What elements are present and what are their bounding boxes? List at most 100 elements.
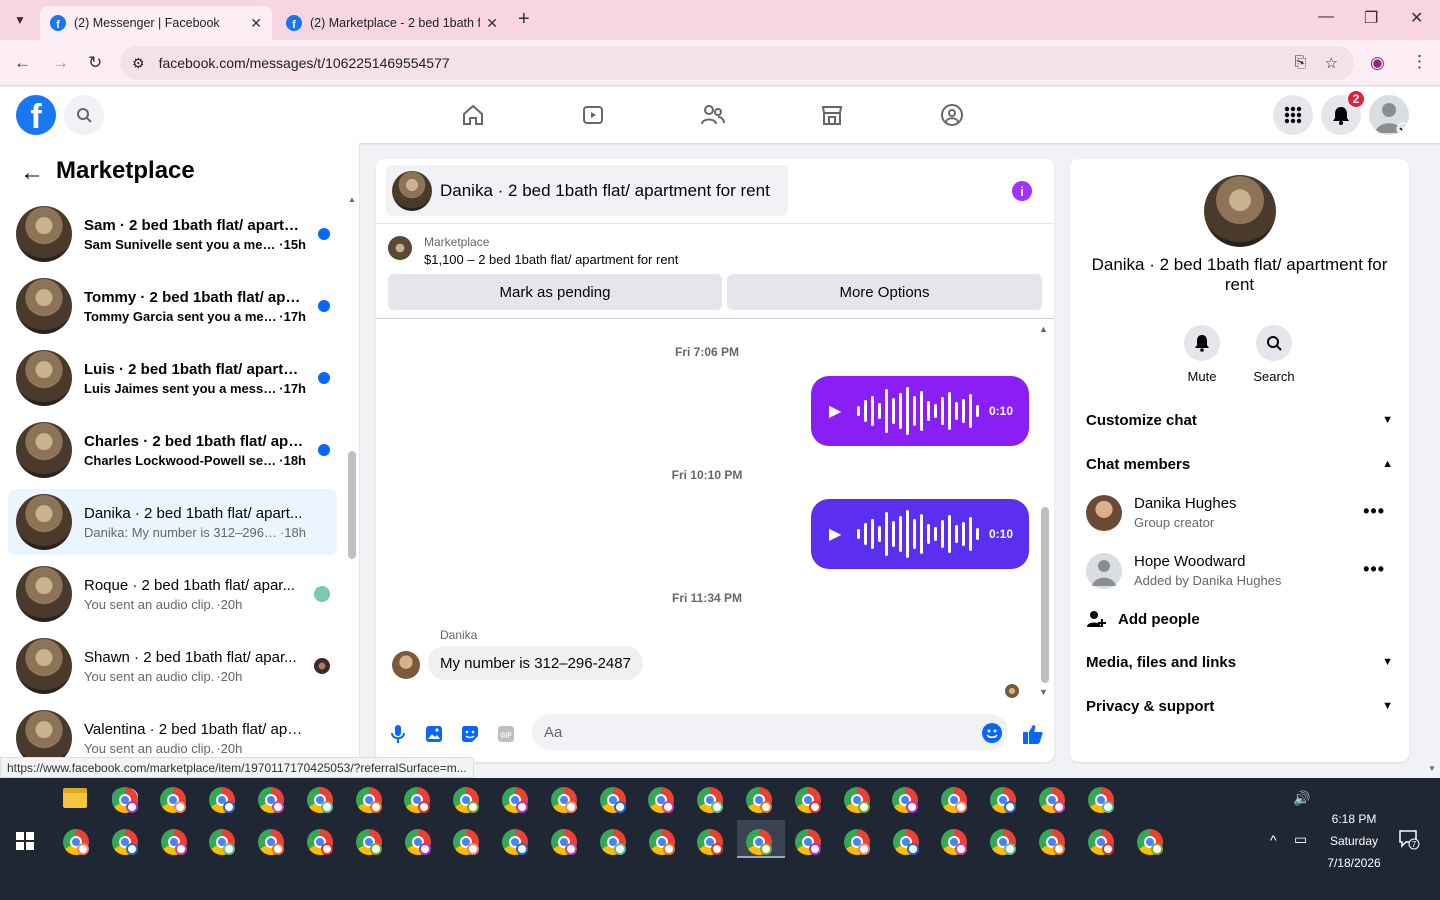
chrome-profile-icon[interactable] — [160, 829, 187, 855]
audio-message[interactable]: ▶ 0:10 — [811, 376, 1029, 446]
action-center-icon[interactable]: 7 — [1398, 828, 1420, 853]
chrome-profile-icon[interactable] — [453, 829, 480, 855]
tab-search-dropdown-icon[interactable]: ▼ — [8, 8, 32, 32]
more-options-button[interactable]: More Options — [727, 274, 1042, 310]
play-icon[interactable]: ▶ — [829, 524, 841, 544]
chrome-profile-icon[interactable] — [111, 787, 138, 813]
search-icon[interactable] — [64, 95, 104, 135]
chrome-profile-icon[interactable] — [111, 829, 138, 855]
listing-price-title[interactable]: $1,100 – 2 bed 1bath flat/ apartment for… — [424, 252, 678, 267]
microphone-icon[interactable] — [388, 724, 408, 744]
sender-avatar[interactable] — [392, 651, 420, 679]
chrome-profile-icon[interactable] — [746, 829, 773, 855]
volume-icon[interactable]: 🔊 — [1293, 790, 1310, 807]
video-icon[interactable] — [579, 101, 607, 129]
chrome-profile-icon[interactable] — [746, 787, 772, 813]
install-app-icon[interactable]: ⎘ — [1295, 54, 1307, 72]
chrome-profile-icon[interactable] — [843, 787, 870, 813]
chrome-profile-icon[interactable] — [307, 829, 333, 855]
member-item[interactable]: Hope Woodward Added by Danika Hughes ••• — [1086, 549, 1393, 593]
media-files-links-row[interactable]: Media, files and links ▼ — [1086, 650, 1393, 674]
more-options-icon[interactable]: ••• — [1363, 559, 1385, 580]
forward-icon[interactable]: → — [52, 53, 69, 73]
network-icon[interactable]: ▭ — [1294, 831, 1307, 848]
chrome-profile-icon[interactable] — [941, 787, 968, 813]
site-settings-icon[interactable]: ⚙ — [132, 55, 145, 72]
search-conversation-button[interactable]: Search — [1244, 325, 1304, 384]
chrome-profile-icon[interactable] — [1039, 829, 1065, 855]
mute-button[interactable]: Mute — [1172, 325, 1232, 384]
emoji-icon[interactable] — [982, 723, 1002, 743]
customize-chat-row[interactable]: Customize chat ▼ — [1086, 408, 1393, 432]
chrome-profile-icon[interactable] — [1087, 829, 1114, 855]
chat-members-row[interactable]: Chat members ▲ — [1086, 452, 1393, 476]
conversation-item[interactable]: Shawn · 2 bed 1bath flat/ apar... You se… — [8, 633, 337, 699]
chrome-profile-icon[interactable] — [599, 829, 626, 855]
conversation-item-selected[interactable]: Danika · 2 bed 1bath flat/ apart... Dani… — [8, 489, 337, 555]
chrome-profile-icon[interactable] — [209, 787, 236, 813]
reload-icon[interactable]: ↻ — [88, 53, 102, 73]
chrome-profile-icon[interactable] — [306, 787, 333, 813]
sticker-icon[interactable] — [460, 724, 480, 744]
tab-messenger[interactable]: f (2) Messenger | Facebook ✕ — [40, 6, 272, 40]
info-icon[interactable]: i — [1012, 181, 1032, 201]
chrome-profile-icon[interactable] — [355, 829, 382, 855]
close-window-icon[interactable]: ✕ — [1410, 8, 1423, 28]
groups-icon[interactable] — [938, 101, 966, 129]
close-tab-icon[interactable]: ✕ — [486, 15, 498, 32]
file-explorer-icon[interactable] — [63, 788, 87, 808]
incoming-message-bubble[interactable]: My number is 312–296-2487 — [428, 646, 643, 680]
chrome-profile-icon[interactable] — [794, 787, 821, 813]
chrome-profile-icon[interactable] — [355, 787, 382, 813]
member-item[interactable]: Danika Hughes Group creator ••• — [1086, 491, 1393, 535]
chrome-profile-icon[interactable] — [502, 787, 528, 813]
bookmark-star-icon[interactable]: ☆ — [1325, 54, 1338, 72]
home-icon[interactable] — [459, 101, 487, 129]
chrome-profile-icon[interactable] — [892, 787, 919, 813]
browser-profile-icon[interactable]: ◉ — [1370, 53, 1385, 73]
chrome-profile-icon[interactable] — [990, 787, 1016, 813]
conversation-item[interactable]: Charles · 2 bed 1bath flat/ apar... Char… — [8, 417, 337, 483]
audio-message[interactable]: ▶ 0:10 — [811, 499, 1029, 569]
gif-icon[interactable]: GIF — [496, 724, 516, 744]
menu-grid-icon[interactable] — [1273, 95, 1313, 135]
conversation-item[interactable]: Sam · 2 bed 1bath flat/ apartm... Sam Su… — [8, 201, 337, 267]
chat-header[interactable]: Danika · 2 bed 1bath flat/ apartment for… — [386, 165, 788, 216]
chat-scrollbar[interactable] — [1041, 507, 1049, 683]
friends-icon[interactable] — [699, 101, 727, 129]
chrome-profile-icon[interactable] — [258, 829, 285, 855]
chrome-profile-icon[interactable] — [892, 829, 919, 855]
close-tab-icon[interactable]: ✕ — [250, 15, 262, 32]
chrome-profile-icon[interactable] — [160, 787, 187, 813]
chrome-profile-icon[interactable] — [453, 787, 480, 813]
chrome-profile-icon[interactable] — [795, 829, 821, 855]
browser-menu-icon[interactable]: ⋮ — [1411, 52, 1428, 72]
chrome-profile-icon[interactable] — [63, 829, 89, 855]
show-hidden-icons-icon[interactable]: ^ — [1270, 832, 1277, 848]
chrome-profile-icon[interactable] — [843, 829, 870, 855]
privacy-support-row[interactable]: Privacy & support ▼ — [1086, 694, 1393, 718]
conversation-list-scrollbar[interactable] — [348, 451, 356, 559]
facebook-logo-icon[interactable]: f — [16, 95, 56, 135]
chrome-profile-icon[interactable] — [990, 829, 1017, 855]
chrome-profile-icon[interactable] — [404, 787, 431, 813]
chrome-profile-icon[interactable] — [1087, 787, 1114, 813]
back-arrow-icon[interactable]: ← — [20, 159, 44, 187]
account-avatar[interactable] — [1369, 95, 1409, 135]
chrome-profile-icon[interactable] — [599, 787, 626, 813]
chrome-profile-icon[interactable] — [404, 829, 431, 855]
minimize-icon[interactable]: — — [1318, 8, 1334, 26]
chat-scroll-down-icon[interactable]: ▼ — [1039, 687, 1048, 697]
photo-icon[interactable] — [424, 724, 444, 744]
play-icon[interactable]: ▶ — [829, 401, 841, 421]
message-input[interactable]: Aa — [532, 714, 1008, 750]
chrome-profile-icon[interactable] — [697, 829, 724, 855]
add-people-button[interactable]: Add people — [1086, 609, 1200, 629]
restore-icon[interactable]: ❐ — [1364, 8, 1378, 28]
chat-avatar[interactable] — [1204, 175, 1276, 247]
chrome-profile-icon[interactable] — [697, 787, 724, 813]
chrome-profile-icon[interactable] — [502, 829, 529, 855]
chrome-profile-icon[interactable] — [551, 829, 577, 855]
more-options-icon[interactable]: ••• — [1363, 501, 1385, 522]
page-scroll-down-icon[interactable]: ▼ — [1428, 764, 1436, 773]
